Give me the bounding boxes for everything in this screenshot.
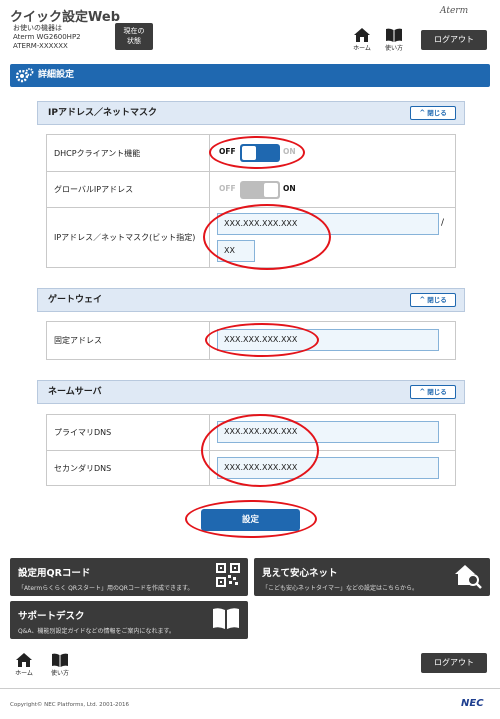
gateway-table: 固定アドレス XXX.XXX.XXX.XXX bbox=[46, 321, 456, 360]
device-name: ATERM-XXXXXX bbox=[13, 42, 68, 50]
home-icon bbox=[354, 28, 370, 42]
qr-code-tile[interactable]: 設定用QRコード 「Atermらくらく QRスタート」用のQRコードを作成できま… bbox=[10, 558, 248, 596]
chevron-up-icon: ^ bbox=[419, 109, 426, 117]
dns-panel-header: ネームサーバ ^ 閉じる bbox=[37, 380, 465, 404]
manual-label: 使い方 bbox=[384, 45, 403, 52]
fixed-address-label: 固定アドレス bbox=[47, 322, 210, 359]
home-search-icon bbox=[455, 565, 482, 589]
primary-dns-row: プライマリDNS XXX.XXX.XXX.XXX bbox=[47, 415, 455, 450]
close-label: 閉じる bbox=[427, 388, 447, 396]
status-line2: 状態 bbox=[127, 37, 141, 45]
footer-divider bbox=[0, 688, 500, 689]
book-icon bbox=[213, 608, 239, 629]
chevron-up-icon: ^ bbox=[419, 388, 426, 396]
switch-knob bbox=[242, 146, 256, 160]
safety-tile-title: 見えて安心ネット bbox=[262, 568, 338, 579]
support-tile-title: サポートデスク bbox=[18, 611, 85, 622]
netmask-bits-input[interactable]: XX bbox=[217, 240, 255, 262]
footer-home-label: ホーム bbox=[15, 670, 33, 677]
global-ip-toggle: OFF ON bbox=[219, 181, 303, 199]
dhcp-toggle[interactable]: OFF ON bbox=[219, 144, 303, 162]
book-icon bbox=[52, 653, 68, 667]
fixed-address-input[interactable]: XXX.XXX.XXX.XXX bbox=[217, 329, 439, 351]
support-tile-desc: Q&A、機能別設定ガイドなどの情報をご案内になれます。 bbox=[18, 628, 175, 635]
ip-mask-value: XXX.XXX.XXX.XXX / XX bbox=[211, 208, 455, 267]
book-icon bbox=[386, 28, 402, 42]
app-title: クイック設定Web bbox=[10, 10, 120, 25]
secondary-dns-row: セカンダリDNS XXX.XXX.XXX.XXX bbox=[47, 450, 455, 485]
fixed-address-value: XXX.XXX.XXX.XXX bbox=[211, 322, 455, 359]
dns-table: プライマリDNS XXX.XXX.XXX.XXX セカンダリDNS XXX.XX… bbox=[46, 414, 456, 486]
home-nav[interactable]: ホーム bbox=[348, 28, 376, 52]
current-status-button[interactable]: 現在の 状態 bbox=[115, 23, 153, 50]
manual-nav[interactable]: 使い方 bbox=[380, 28, 408, 52]
secondary-dns-input[interactable]: XXX.XXX.XXX.XXX bbox=[217, 457, 439, 479]
safety-tile-desc: 「こども安心ネットタイマー」などの設定はこちらから。 bbox=[262, 585, 419, 592]
global-ip-off-label: OFF bbox=[219, 184, 236, 193]
global-ip-value: OFF ON bbox=[211, 172, 455, 207]
qr-code-icon bbox=[216, 563, 240, 587]
dhcp-switch[interactable] bbox=[240, 144, 280, 162]
submit-button[interactable]: 設定 bbox=[201, 509, 300, 531]
dhcp-label: DHCPクライアント機能 bbox=[47, 135, 210, 171]
dns-panel-title: ネームサーバ bbox=[48, 387, 102, 397]
slash-separator: / bbox=[441, 218, 445, 228]
global-ip-row: グローバルIPアドレス OFF ON bbox=[47, 171, 455, 207]
qr-tile-desc: 「Atermらくらく QRスタート」用のQRコードを作成できます。 bbox=[18, 585, 194, 592]
secondary-dns-label: セカンダリDNS bbox=[47, 451, 210, 485]
support-desk-tile[interactable]: サポートデスク Q&A、機能別設定ガイドなどの情報をご案内になれます。 bbox=[10, 601, 248, 639]
gateway-row: 固定アドレス XXX.XXX.XXX.XXX bbox=[47, 322, 455, 359]
header: クイック設定Web お使いの機器は Aterm WG2600HP2 ATERM-… bbox=[0, 0, 500, 58]
chevron-up-icon: ^ bbox=[419, 296, 426, 304]
primary-dns-label: プライマリDNS bbox=[47, 415, 210, 450]
dhcp-row: DHCPクライアント機能 OFF ON bbox=[47, 135, 455, 171]
section-title: 詳細設定 bbox=[38, 70, 75, 80]
gateway-panel-header: ゲートウェイ ^ 閉じる bbox=[37, 288, 465, 312]
secondary-dns-value: XXX.XXX.XXX.XXX bbox=[211, 451, 455, 485]
safety-net-tile[interactable]: 見えて安心ネット 「こども安心ネットタイマー」などの設定はこちらから。 bbox=[254, 558, 490, 596]
home-label: ホーム bbox=[353, 45, 371, 52]
copyright: Copyright© NEC Platforms, Ltd. 2001-2016 bbox=[10, 702, 130, 708]
ip-mask-label: IPアドレス／ネットマスク(ビット指定) bbox=[47, 208, 210, 267]
ip-panel-header: IPアドレス／ネットマスク ^ 閉じる bbox=[37, 101, 465, 125]
dhcp-value: OFF ON bbox=[211, 135, 455, 171]
footer-manual-label: 使い方 bbox=[50, 670, 69, 677]
global-ip-label: グローバルIPアドレス bbox=[47, 172, 210, 207]
dhcp-off-label: OFF bbox=[219, 147, 236, 156]
device-model: Aterm WG2600HP2 bbox=[13, 33, 81, 41]
footer-manual-nav[interactable]: 使い方 bbox=[46, 653, 74, 677]
ip-table: DHCPクライアント機能 OFF ON グローバルIPアドレス OFF ON I… bbox=[46, 134, 456, 268]
device-line: お使いの機器は bbox=[13, 24, 62, 32]
ip-panel-title: IPアドレス／ネットマスク bbox=[48, 108, 157, 118]
footer-home-nav[interactable]: ホーム bbox=[10, 653, 38, 677]
ip-close-button[interactable]: ^ 閉じる bbox=[410, 106, 456, 120]
device-info: お使いの機器は Aterm WG2600HP2 ATERM-XXXXXX bbox=[13, 24, 81, 51]
aterm-logo: Aterm bbox=[440, 6, 469, 16]
status-line1: 現在の bbox=[123, 27, 145, 35]
switch-knob bbox=[264, 183, 278, 197]
global-ip-on-label: ON bbox=[283, 184, 296, 193]
primary-dns-value: XXX.XXX.XXX.XXX bbox=[211, 415, 455, 450]
logout-button[interactable]: ログアウト bbox=[421, 30, 487, 50]
home-icon bbox=[16, 653, 32, 667]
ip-mask-row: IPアドレス／ネットマスク(ビット指定) XXX.XXX.XXX.XXX / X… bbox=[47, 207, 455, 267]
gateway-close-button[interactable]: ^ 閉じる bbox=[410, 293, 456, 307]
nec-logo: NEC bbox=[461, 698, 484, 709]
qr-tile-title: 設定用QRコード bbox=[18, 568, 91, 579]
primary-dns-input[interactable]: XXX.XXX.XXX.XXX bbox=[217, 421, 439, 443]
dhcp-on-label: ON bbox=[283, 147, 296, 156]
close-label: 閉じる bbox=[427, 109, 447, 117]
global-ip-switch bbox=[240, 181, 280, 199]
ip-address-input[interactable]: XXX.XXX.XXX.XXX bbox=[217, 213, 439, 235]
section-band: 詳細設定 bbox=[10, 64, 490, 87]
footer-logout-button[interactable]: ログアウト bbox=[421, 653, 487, 673]
dns-close-button[interactable]: ^ 閉じる bbox=[410, 385, 456, 399]
close-label: 閉じる bbox=[427, 296, 447, 304]
gear-icon bbox=[16, 68, 34, 83]
gateway-panel-title: ゲートウェイ bbox=[48, 295, 103, 305]
